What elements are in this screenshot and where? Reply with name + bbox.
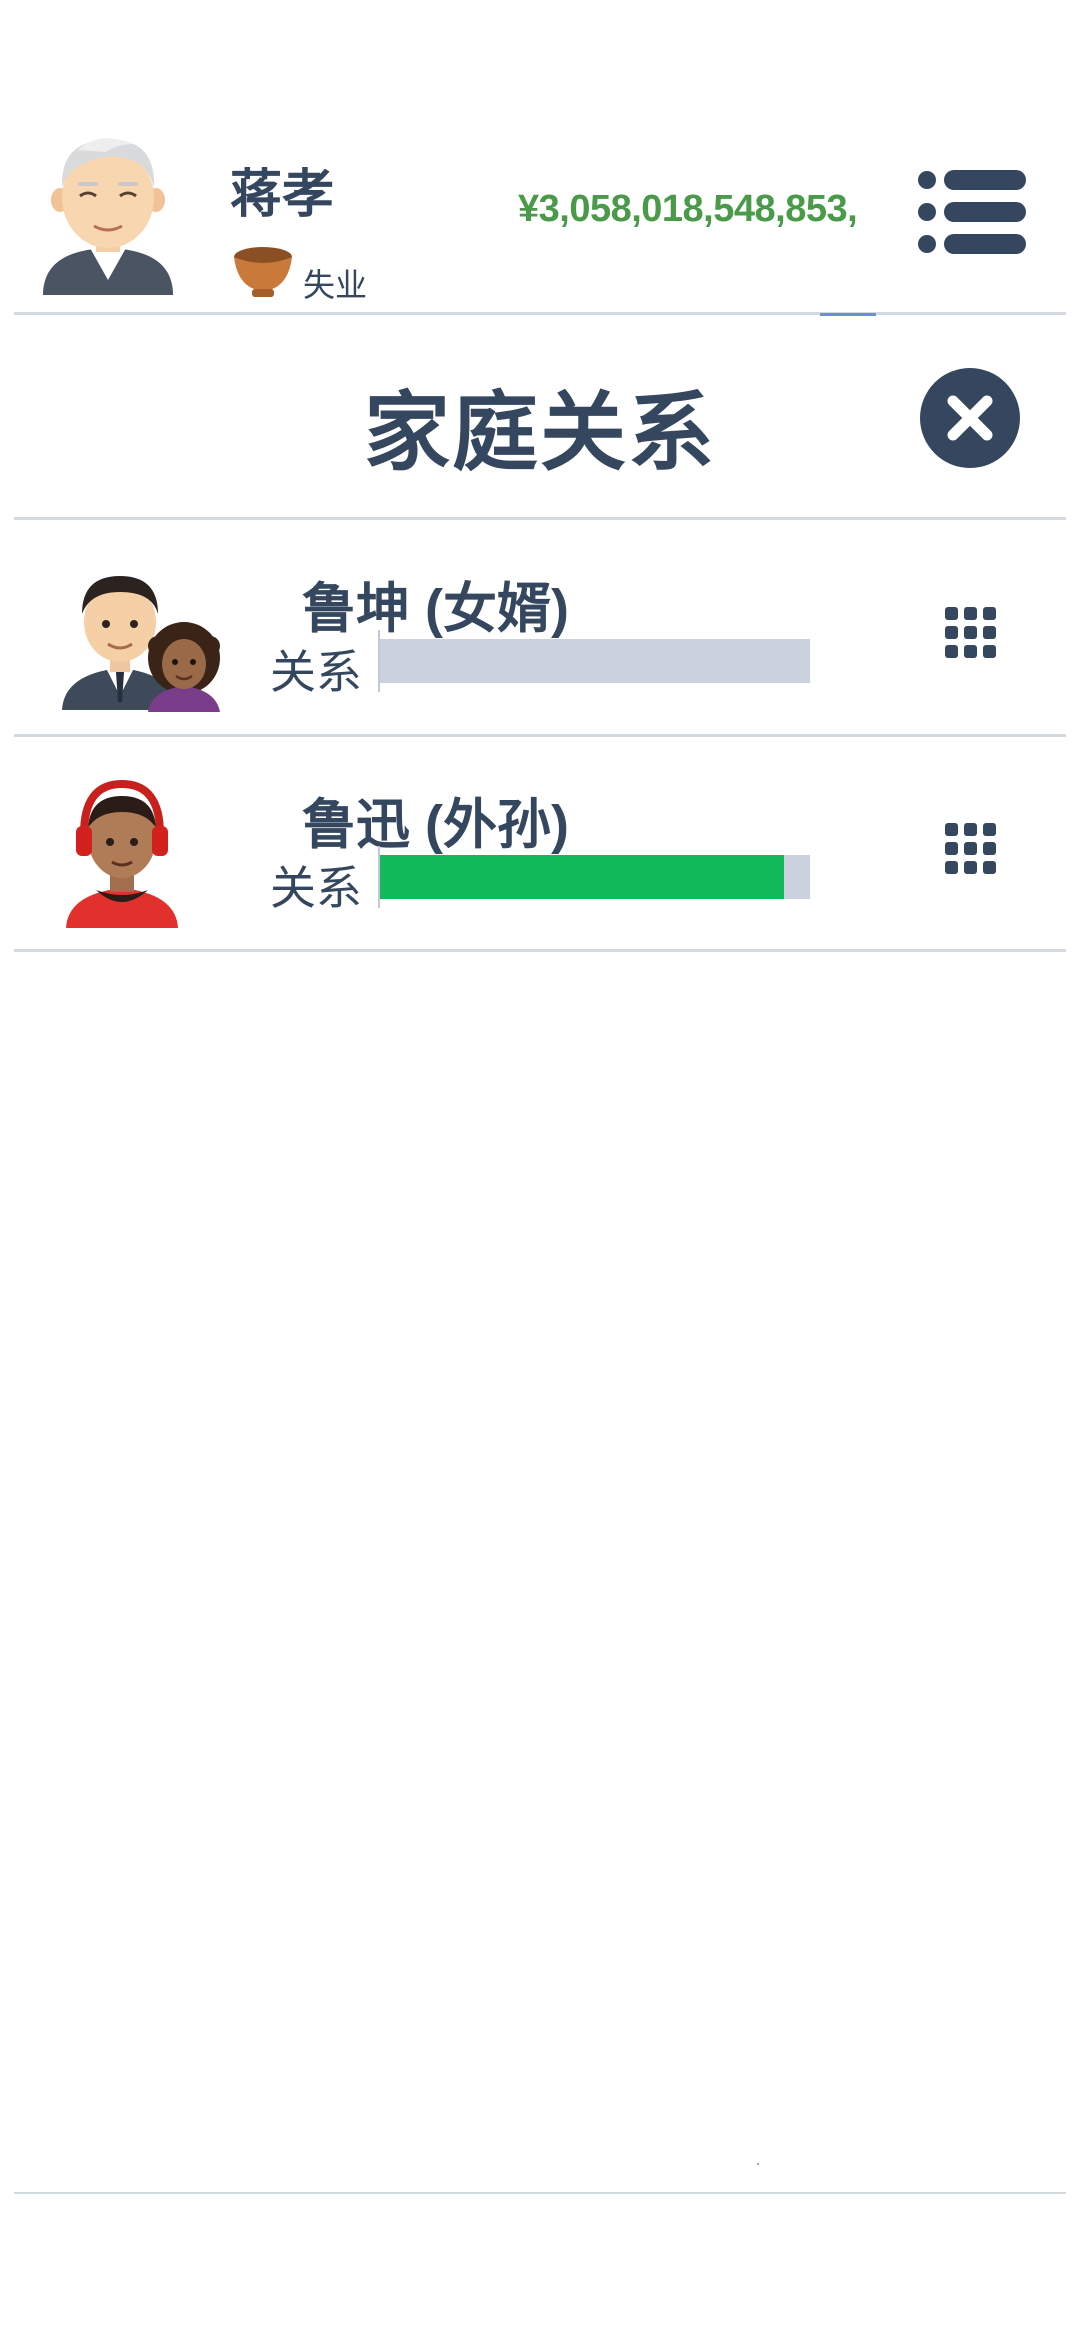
boy-headphones-avatar-icon [60,778,230,928]
grid-icon[interactable] [945,823,997,875]
couple-avatar-icon [60,562,230,712]
tab-indicator [820,313,876,316]
title-divider [14,517,1066,520]
grid-icon[interactable] [945,607,997,659]
employment-status: 失业 [303,266,368,304]
list-menu-icon[interactable] [918,170,1026,254]
bowl-icon [232,243,294,301]
player-name: 蒋孝 [230,165,335,225]
relation-label: 关系 [270,861,362,915]
row-divider [14,734,1066,737]
relation-row[interactable]: 鲁坤 (女婿) 关系 [0,522,1080,732]
relation-name: 鲁坤 (女婿) [302,579,569,639]
close-icon[interactable] [920,368,1020,468]
header-divider [14,312,1066,315]
family-relations-screen: 蒋孝 失业 ¥3,058,018,548,853, 家庭关系 鲁坤 (女婿) 关… [0,0,1080,2340]
bottom-divider [14,2192,1066,2194]
bar-start-marker [378,846,380,908]
relationship-bar [378,855,810,899]
relationship-bar-fill [378,855,785,899]
relationship-bar [378,639,810,683]
relation-label: 关系 [270,645,362,699]
relation-name: 鲁迅 (外孙) [302,795,569,855]
relation-row[interactable]: 鲁迅 (外孙) 关系 [0,738,1080,948]
modal-title: 家庭关系 [364,383,716,483]
scroll-speck [757,2163,759,2165]
money-balance: ¥3,058,018,548,853, [518,188,858,230]
row-divider [14,949,1066,952]
bar-start-marker [378,630,380,692]
player-avatar-icon [38,130,178,300]
